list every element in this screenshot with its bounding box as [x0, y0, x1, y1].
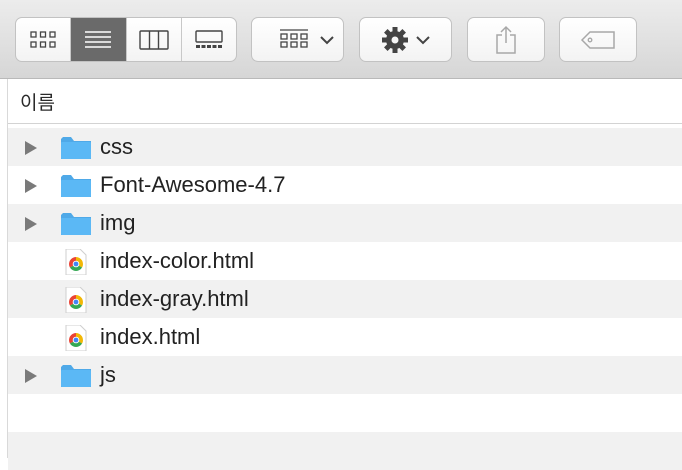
folder-icon [61, 365, 91, 387]
file-name: css [100, 134, 133, 159]
disclosure-triangle-icon[interactable] [24, 178, 38, 194]
column-header-label: 이름 [20, 92, 55, 114]
list-item-css[interactable]: css [8, 128, 682, 166]
tags-button[interactable] [559, 17, 637, 62]
icon-view-icon [30, 30, 56, 48]
file-name: Font-Awesome-4.7 [100, 172, 286, 197]
action-button[interactable] [359, 17, 452, 62]
toolbar [0, 0, 682, 79]
view-mode-control [15, 17, 237, 62]
group-by-button[interactable] [251, 17, 344, 62]
share-button[interactable] [467, 17, 545, 62]
chevron-down-icon [319, 35, 334, 44]
disclosure-triangle-icon[interactable] [24, 140, 38, 156]
list-view-button[interactable] [71, 18, 127, 61]
gallery-view-icon [195, 29, 223, 48]
list-item-js[interactable]: js [8, 356, 682, 394]
folder-icon [61, 213, 91, 235]
empty-row [8, 394, 682, 432]
chevron-down-icon [415, 35, 430, 44]
list-item-font-awesome[interactable]: Font-Awesome-4.7 [8, 166, 682, 204]
folder-icon [61, 137, 91, 159]
disclosure-triangle-icon[interactable] [24, 216, 38, 232]
sidebar-edge [0, 79, 8, 458]
gallery-view-button[interactable] [182, 18, 236, 61]
file-list: css Font-Awesome-4.7 img index-color.htm… [8, 128, 682, 470]
file-name: js [100, 362, 116, 387]
list-item-index-color[interactable]: index-color.html [8, 242, 682, 280]
file-name: index.html [100, 324, 201, 349]
file-name: img [100, 210, 136, 235]
list-item-index-gray[interactable]: index-gray.html [8, 280, 682, 318]
chrome-html-file-icon [65, 249, 87, 275]
disclosure-triangle-icon[interactable] [24, 368, 38, 384]
column-view-icon [138, 29, 169, 50]
tag-icon [580, 30, 615, 49]
column-view-button[interactable] [127, 18, 182, 61]
folder-icon [61, 175, 91, 197]
gear-icon [381, 26, 408, 53]
list-item-index[interactable]: index.html [8, 318, 682, 356]
chrome-html-file-icon [65, 287, 87, 313]
column-header-name[interactable]: 이름 [8, 79, 682, 124]
list-item-img[interactable]: img [8, 204, 682, 242]
file-name: index-gray.html [100, 286, 249, 311]
list-view-icon [85, 30, 112, 48]
empty-row [8, 432, 682, 470]
icon-view-button[interactable] [16, 18, 72, 61]
chrome-html-file-icon [65, 325, 87, 351]
share-icon [496, 25, 516, 54]
file-name: index-color.html [100, 248, 255, 273]
